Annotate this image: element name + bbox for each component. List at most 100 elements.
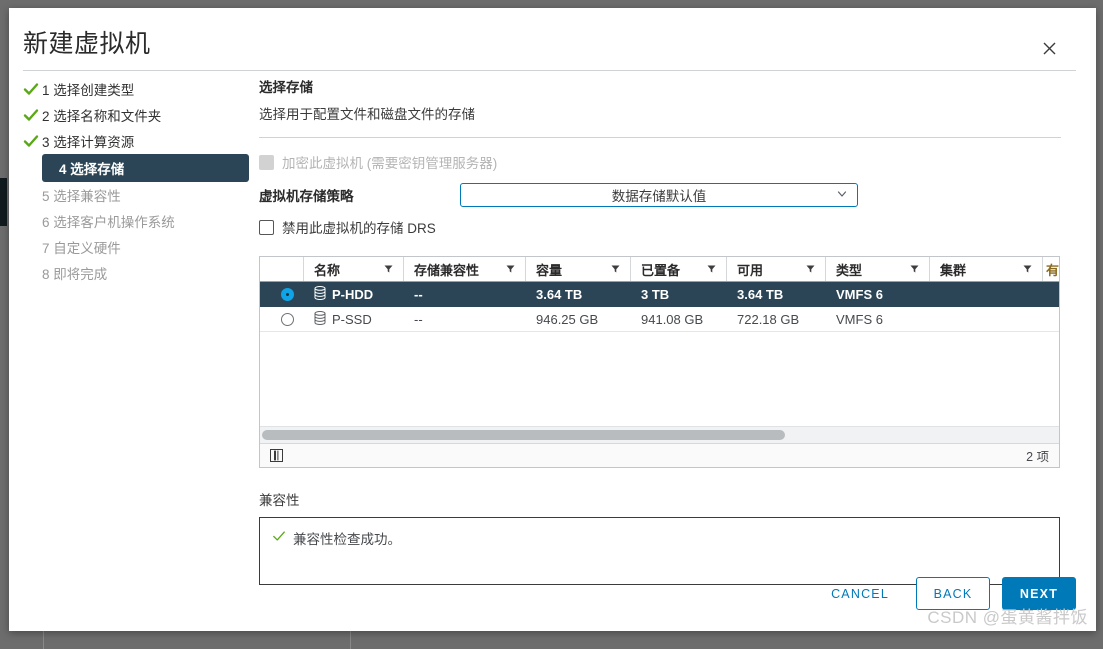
table-header-name[interactable]: 名称 bbox=[304, 257, 404, 281]
wizard-step-list: 1 选择创建类型 2 选择名称和文件夹 3 选择计算资源 4 选择存储 5 选择… bbox=[23, 76, 255, 286]
disable-drs-checkbox[interactable] bbox=[259, 219, 274, 235]
datastore-name: P-SSD bbox=[332, 311, 372, 327]
cell-free: 722.18 GB bbox=[737, 311, 800, 327]
table-horizontal-scrollbar[interactable] bbox=[260, 426, 1059, 443]
cell-provisioned: 941.08 GB bbox=[641, 311, 704, 327]
table-header-provisioned[interactable]: 已置备 bbox=[631, 257, 727, 281]
cell-storage-compat: -- bbox=[414, 311, 423, 327]
sidebar-item-step-3[interactable]: 3 选择计算资源 bbox=[23, 128, 255, 154]
storage-policy-row: 虚拟机存储策略 数据存储默认值 bbox=[259, 183, 1079, 207]
table-header-capacity[interactable]: 容量 bbox=[526, 257, 631, 281]
table-footer: 2 项 bbox=[260, 443, 1059, 467]
table-header-row: 名称 存储兼容性 容量 已置备 可用 类型 集群 有 bbox=[260, 257, 1059, 282]
filter-icon[interactable] bbox=[1023, 262, 1032, 277]
table-header-free[interactable]: 可用 bbox=[727, 257, 826, 281]
column-label: 容量 bbox=[536, 262, 563, 278]
cell-capacity: 946.25 GB bbox=[536, 311, 599, 327]
table-header-type[interactable]: 类型 bbox=[826, 257, 930, 281]
step-label: 7 自定义硬件 bbox=[42, 241, 121, 256]
page-subtitle: 选择用于配置文件和磁盘文件的存储 bbox=[259, 107, 475, 122]
cell-provisioned: 3 TB bbox=[641, 286, 670, 302]
encrypt-vm-row: 加密此虚拟机 (需要密钥管理服务器) bbox=[259, 152, 1079, 172]
watermark: CSDN @蛋黄酱拌饭 bbox=[927, 608, 1088, 627]
step-label: 2 选择名称和文件夹 bbox=[42, 109, 162, 124]
table-header-truncated[interactable]: 有 bbox=[1043, 257, 1059, 281]
main-pane: 选择存储 选择用于配置文件和磁盘文件的存储 加密此虚拟机 (需要密钥管理服务器)… bbox=[259, 76, 1079, 585]
encrypt-vm-label: 加密此虚拟机 (需要密钥管理服务器) bbox=[282, 156, 498, 171]
cell-name: P-HDD bbox=[304, 285, 404, 303]
datastore-icon bbox=[314, 285, 326, 303]
storage-policy-label: 虚拟机存储策略 bbox=[259, 189, 354, 204]
column-settings-icon[interactable] bbox=[270, 449, 283, 462]
step-label: 8 即将完成 bbox=[42, 267, 108, 282]
column-label: 类型 bbox=[836, 262, 863, 278]
check-icon bbox=[23, 133, 39, 149]
storage-policy-value: 数据存储默认值 bbox=[611, 189, 707, 204]
disable-drs-row: 禁用此虚拟机的存储 DRS bbox=[259, 217, 1079, 237]
column-label: 已置备 bbox=[641, 262, 681, 278]
sidebar-item-step-7[interactable]: 7 自定义硬件 bbox=[23, 234, 255, 260]
cell-name: P-SSD bbox=[304, 310, 404, 328]
column-label: 名称 bbox=[314, 262, 341, 278]
filter-icon[interactable] bbox=[384, 262, 393, 277]
cell-free: 3.64 TB bbox=[737, 286, 784, 302]
cell-type: VMFS 6 bbox=[836, 311, 883, 327]
step-label: 3 选择计算资源 bbox=[42, 135, 135, 150]
pane-divider bbox=[259, 137, 1061, 138]
datastore-icon bbox=[314, 310, 326, 328]
table-header-select bbox=[260, 257, 304, 281]
sidebar-item-step-5[interactable]: 5 选择兼容性 bbox=[23, 182, 255, 208]
encrypt-vm-checkbox bbox=[259, 154, 274, 170]
background-sidebar-sliver bbox=[0, 178, 7, 226]
title-divider bbox=[23, 70, 1076, 71]
datastore-name: P-HDD bbox=[332, 286, 374, 302]
dialog-title: 新建虚拟机 bbox=[23, 30, 151, 58]
sidebar-item-step-8[interactable]: 8 即将完成 bbox=[23, 260, 255, 286]
filter-icon[interactable] bbox=[707, 262, 716, 277]
table-row[interactable]: P-SSD -- 946.25 GB 941.08 GB 722.18 GB V… bbox=[260, 307, 1059, 332]
filter-icon[interactable] bbox=[910, 262, 919, 277]
background-divider-2 bbox=[350, 630, 351, 649]
check-icon bbox=[272, 529, 286, 548]
column-label: 可用 bbox=[737, 262, 764, 278]
table-row-count: 2 项 bbox=[1026, 450, 1049, 464]
datastore-table: 名称 存储兼容性 容量 已置备 可用 类型 集群 有 P-HDD -- 3.64… bbox=[259, 256, 1060, 468]
table-header-storage-compat[interactable]: 存储兼容性 bbox=[404, 257, 526, 281]
cell-type: VMFS 6 bbox=[836, 286, 883, 302]
background-bottom-bar bbox=[0, 630, 1103, 649]
background-divider-1 bbox=[43, 630, 44, 649]
scrollbar-thumb[interactable] bbox=[262, 430, 785, 440]
storage-policy-select[interactable]: 数据存储默认值 bbox=[460, 183, 858, 207]
column-label: 有 bbox=[1046, 262, 1059, 278]
table-row[interactable]: P-HDD -- 3.64 TB 3 TB 3.64 TB VMFS 6 bbox=[260, 282, 1059, 307]
compatibility-message: 兼容性检查成功。 bbox=[293, 532, 401, 547]
screen: 新建虚拟机 1 选择创建类型 2 选择名称和文件夹 3 选择计算资源 4 选择存… bbox=[0, 0, 1103, 649]
cancel-button[interactable]: CANCEL bbox=[816, 577, 904, 610]
table-header-cluster[interactable]: 集群 bbox=[930, 257, 1043, 281]
close-icon[interactable] bbox=[1038, 37, 1060, 59]
column-label: 存储兼容性 bbox=[414, 262, 480, 278]
dialog-footer: CANCEL BACK NEXT CSDN @蛋黄酱拌饭 bbox=[9, 565, 1096, 631]
cell-capacity: 3.64 TB bbox=[536, 286, 583, 302]
new-virtual-machine-dialog: 新建虚拟机 1 选择创建类型 2 选择名称和文件夹 3 选择计算资源 4 选择存… bbox=[9, 8, 1096, 631]
sidebar-item-step-2[interactable]: 2 选择名称和文件夹 bbox=[23, 102, 255, 128]
page-title: 选择存储 bbox=[259, 80, 313, 95]
sidebar-item-step-1[interactable]: 1 选择创建类型 bbox=[23, 76, 255, 102]
filter-icon[interactable] bbox=[611, 262, 620, 277]
step-label: 1 选择创建类型 bbox=[42, 83, 135, 98]
cell-storage-compat: -- bbox=[414, 286, 423, 302]
sidebar-item-step-6[interactable]: 6 选择客户机操作系统 bbox=[23, 208, 255, 234]
row-radio-selected[interactable] bbox=[280, 287, 294, 301]
column-label: 集群 bbox=[940, 262, 967, 278]
background-strip-left bbox=[0, 0, 9, 649]
step-label: 6 选择客户机操作系统 bbox=[42, 215, 175, 230]
filter-icon[interactable] bbox=[806, 262, 815, 277]
sidebar-item-step-4[interactable]: 4 选择存储 bbox=[42, 154, 249, 182]
check-icon bbox=[23, 81, 39, 97]
row-radio[interactable] bbox=[280, 312, 294, 326]
step-label: 4 选择存储 bbox=[59, 162, 125, 177]
filter-icon[interactable] bbox=[506, 262, 515, 277]
table-empty-area bbox=[260, 332, 1059, 426]
compatibility-label: 兼容性 bbox=[259, 493, 300, 508]
disable-drs-label: 禁用此虚拟机的存储 DRS bbox=[282, 221, 436, 236]
